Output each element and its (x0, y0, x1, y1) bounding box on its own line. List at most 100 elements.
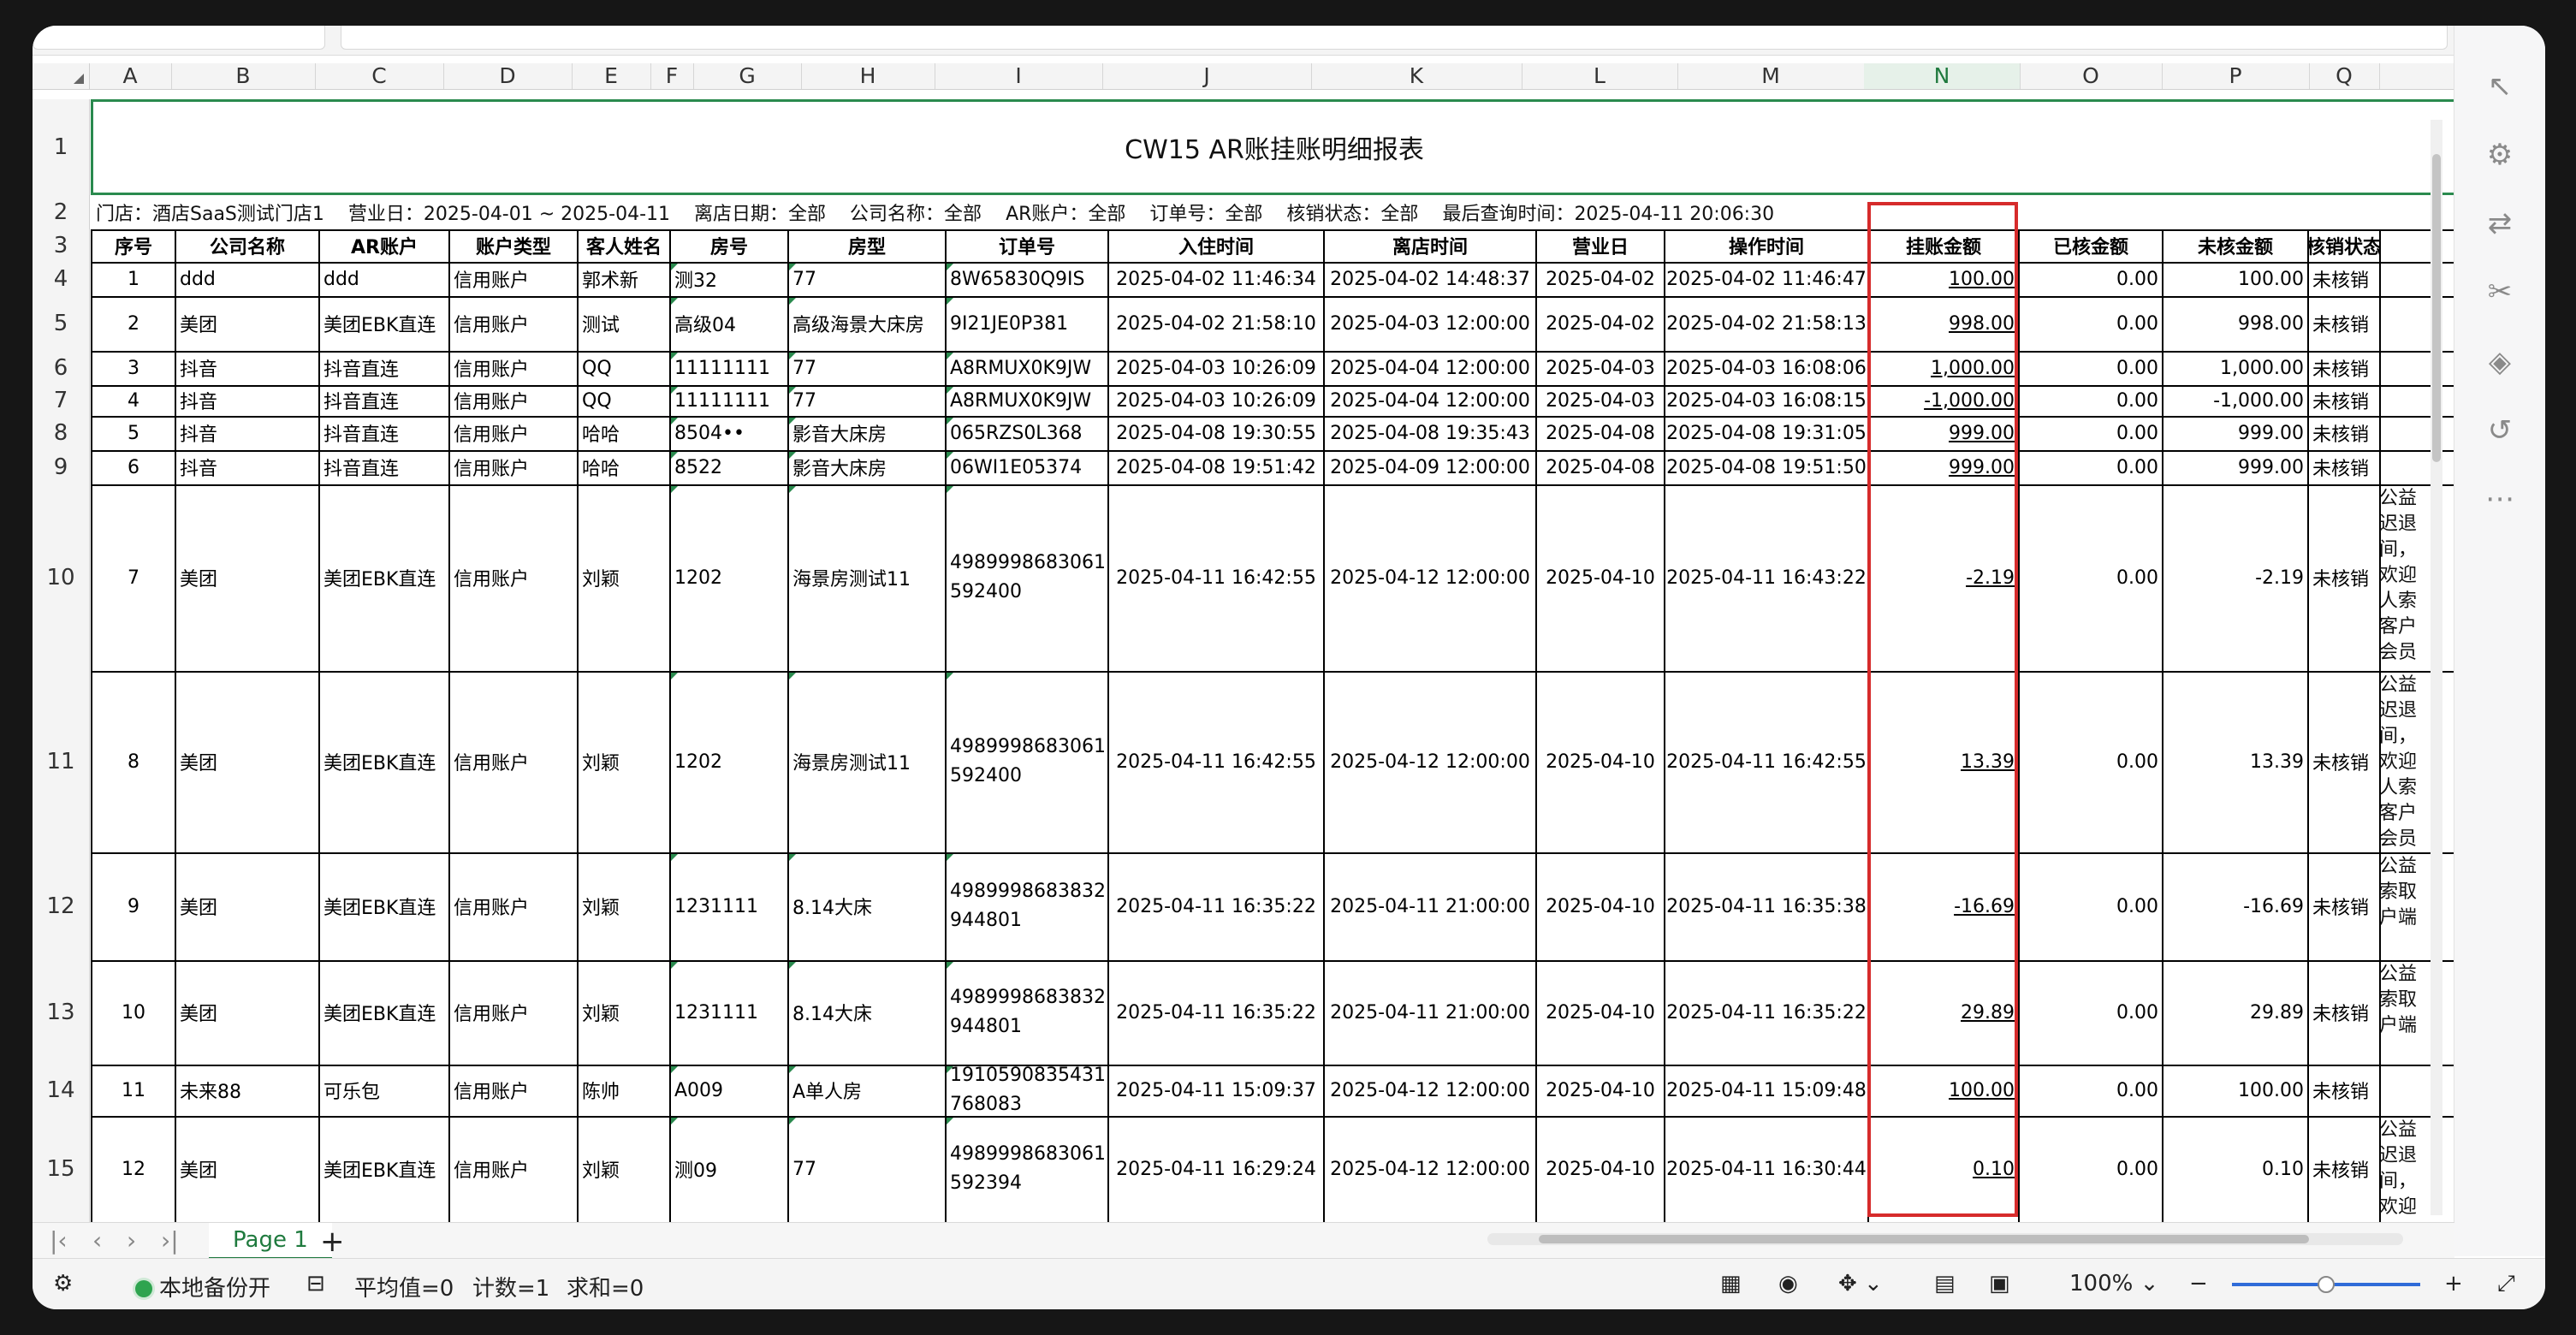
freeze-icon[interactable]: ✥ ⌄ (1838, 1271, 1883, 1296)
unverified-cell[interactable]: 13.39 (2163, 671, 2307, 852)
room-cell[interactable]: 测09 (671, 1116, 787, 1222)
company-cell[interactable]: 美团 (176, 852, 318, 960)
state-cell[interactable]: 未核销 (2309, 671, 2379, 852)
seq-cell[interactable]: 7 (92, 484, 175, 671)
zoom-level[interactable]: 100% ⌄ (2069, 1271, 2158, 1296)
room-cell[interactable]: 测32 (671, 262, 787, 296)
optime-cell[interactable]: 2025-04-08 19:51:50 (1665, 450, 1867, 484)
unverified-cell[interactable]: 100.00 (2163, 262, 2307, 296)
sheet-icon[interactable]: ⊟ (306, 1271, 325, 1296)
type-cell[interactable]: 信用账户 (450, 484, 577, 671)
verified-cell[interactable]: 0.00 (2020, 296, 2162, 351)
room-cell[interactable]: 11111111 (671, 351, 787, 385)
column-header-o[interactable]: O (2020, 63, 2163, 89)
checkin-cell[interactable]: 2025-04-02 21:58:10 (1109, 296, 1323, 351)
order-cell[interactable]: 065RZS0L368 (947, 416, 1107, 450)
guest-cell[interactable]: 测试 (579, 296, 669, 351)
roomtype-cell[interactable]: 高级海景大床房 (789, 296, 945, 351)
state-cell[interactable]: 未核销 (2309, 852, 2379, 960)
seq-cell[interactable]: 10 (92, 960, 175, 1065)
guest-cell[interactable]: 刘颖 (579, 671, 669, 852)
bizday-cell[interactable]: 2025-04-02 (1537, 296, 1664, 351)
guest-cell[interactable]: QQ (579, 351, 669, 385)
order-cell[interactable]: A8RMUX0K9JW (947, 351, 1107, 385)
add-sheet-button[interactable]: + (320, 1225, 345, 1259)
state-cell[interactable]: 未核销 (2309, 1116, 2379, 1222)
checkout-cell[interactable]: 2025-04-12 12:00:00 (1325, 671, 1535, 852)
row-header-12[interactable]: 12 (33, 852, 90, 961)
vertical-scrollbar[interactable] (2431, 120, 2442, 1215)
order-cell[interactable]: 9I21JE0P381 (947, 296, 1107, 351)
optime-cell[interactable]: 2025-04-02 21:58:13 (1665, 296, 1867, 351)
header-cell[interactable]: 未核金额 (2163, 229, 2307, 262)
unverified-cell[interactable]: 999.00 (2163, 416, 2307, 450)
ar-cell[interactable]: 抖音直连 (320, 450, 448, 484)
bizday-cell[interactable]: 2025-04-03 (1537, 351, 1664, 385)
column-header-p[interactable]: P (2162, 63, 2310, 89)
room-cell[interactable]: A009 (671, 1065, 787, 1116)
page-view-icon[interactable]: ▣ (1989, 1271, 2010, 1296)
first-sheet-icon[interactable]: |‹ (50, 1226, 68, 1255)
type-cell[interactable]: 信用账户 (450, 262, 577, 296)
checkout-cell[interactable]: 2025-04-12 12:00:00 (1325, 1065, 1535, 1116)
checkout-cell[interactable]: 2025-04-02 14:48:37 (1325, 262, 1535, 296)
row-header-8[interactable]: 8 (33, 416, 90, 451)
company-cell[interactable]: ddd (176, 262, 318, 296)
header-cell[interactable]: 公司名称 (176, 229, 318, 262)
seq-cell[interactable]: 8 (92, 671, 175, 852)
roomtype-cell[interactable]: 77 (789, 1116, 945, 1222)
bizday-cell[interactable]: 2025-04-10 (1537, 852, 1664, 960)
checkin-cell[interactable]: 2025-04-03 10:26:09 (1109, 385, 1323, 416)
ar-cell[interactable]: 可乐包 (320, 1065, 448, 1116)
column-header-k[interactable]: K (1311, 63, 1522, 89)
guest-cell[interactable]: 郭术新 (579, 262, 669, 296)
column-header-g[interactable]: G (693, 63, 802, 89)
checkin-cell[interactable]: 2025-04-11 16:35:22 (1109, 852, 1323, 960)
name-box[interactable] (33, 26, 325, 50)
seq-cell[interactable]: 2 (92, 296, 175, 351)
last-sheet-icon[interactable]: ›| (161, 1226, 179, 1255)
seq-cell[interactable]: 4 (92, 385, 175, 416)
transform-icon[interactable]: ⇄ (2480, 204, 2520, 243)
state-cell[interactable]: 未核销 (2309, 960, 2379, 1065)
header-cell[interactable]: AR账户 (320, 229, 448, 262)
eye-icon[interactable]: ◉ (1778, 1271, 1798, 1296)
checkin-cell[interactable]: 2025-04-11 16:29:24 (1109, 1116, 1323, 1222)
type-cell[interactable]: 信用账户 (450, 385, 577, 416)
column-header-n[interactable]: N (1864, 63, 2021, 89)
guest-cell[interactable]: 哈哈 (579, 416, 669, 450)
checkin-cell[interactable]: 2025-04-11 15:09:37 (1109, 1065, 1323, 1116)
verified-cell[interactable]: 0.00 (2020, 262, 2162, 296)
optime-cell[interactable]: 2025-04-11 15:09:48 (1665, 1065, 1867, 1116)
unverified-cell[interactable]: 999.00 (2163, 450, 2307, 484)
row-header-14[interactable]: 14 (33, 1065, 90, 1117)
zoom-slider-handle[interactable] (2318, 1276, 2335, 1293)
vertical-scroll-thumb[interactable] (2432, 154, 2441, 462)
company-cell[interactable]: 抖音 (176, 450, 318, 484)
optime-cell[interactable]: 2025-04-11 16:42:55 (1665, 671, 1867, 852)
optime-cell[interactable]: 2025-04-11 16:35:22 (1665, 960, 1867, 1065)
room-cell[interactable]: 高级04 (671, 296, 787, 351)
ar-cell[interactable]: 美团EBK直连 (320, 671, 448, 852)
unverified-cell[interactable]: 0.10 (2163, 1116, 2307, 1222)
header-cell[interactable]: 离店时间 (1325, 229, 1535, 262)
row-header-5[interactable]: 5 (33, 296, 90, 352)
column-header-q[interactable]: Q (2309, 63, 2380, 89)
guest-cell[interactable]: 陈帅 (579, 1065, 669, 1116)
header-cell[interactable]: 序号 (92, 229, 175, 262)
unverified-cell[interactable]: 998.00 (2163, 296, 2307, 351)
bizday-cell[interactable]: 2025-04-10 (1537, 484, 1664, 671)
roomtype-cell[interactable]: 77 (789, 351, 945, 385)
column-header-l[interactable]: L (1522, 63, 1678, 89)
checkin-cell[interactable]: 2025-04-03 10:26:09 (1109, 351, 1323, 385)
checkin-cell[interactable]: 2025-04-11 16:35:22 (1109, 960, 1323, 1065)
row-header-2[interactable]: 2 (33, 195, 90, 230)
shape-icon[interactable]: ◈ (2480, 342, 2520, 382)
header-cell[interactable]: 入住时间 (1109, 229, 1323, 262)
column-header-h[interactable]: H (801, 63, 935, 89)
state-cell[interactable]: 未核销 (2309, 484, 2379, 671)
optime-cell[interactable]: 2025-04-03 16:08:15 (1665, 385, 1867, 416)
seq-cell[interactable]: 5 (92, 416, 175, 450)
row-header-9[interactable]: 9 (33, 450, 90, 485)
checkout-cell[interactable]: 2025-04-04 12:00:00 (1325, 351, 1535, 385)
